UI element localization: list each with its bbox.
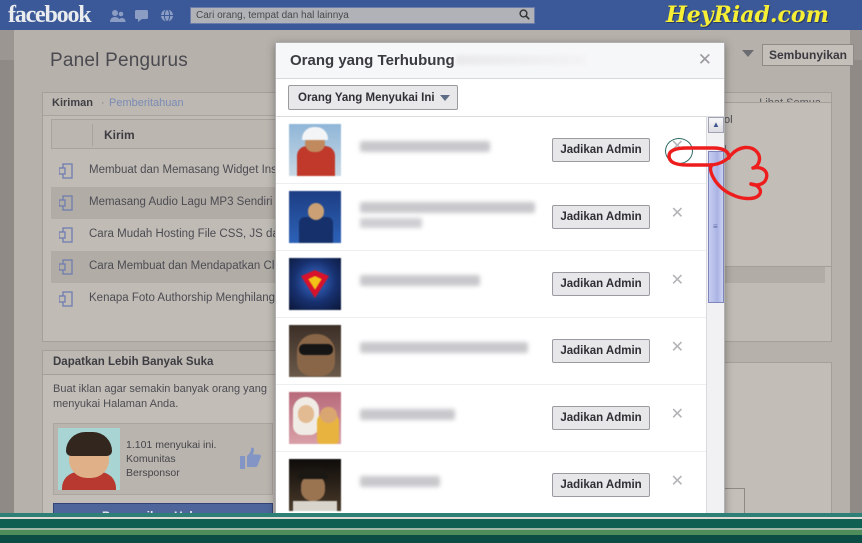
messages-icon[interactable] xyxy=(135,9,151,22)
make-admin-button[interactable]: Jadikan Admin xyxy=(552,272,650,296)
tab-pemberitahuan[interactable]: Pemberitahuan xyxy=(109,97,184,109)
heyriad-watermark: HeyRiad.com xyxy=(666,2,829,28)
facebook-top-bar: facebook Cari orang, tempat dan hal lain… xyxy=(0,0,862,30)
list-item[interactable]: Jadikan Admin ✕ xyxy=(276,318,708,385)
post-share-icon xyxy=(58,195,73,211)
tab-kiriman[interactable]: Kiriman xyxy=(52,97,93,109)
post-title: Cara Membuat dan Mendapatkan Client... xyxy=(89,260,303,272)
chevron-up-icon[interactable]: ▲ xyxy=(708,117,724,133)
post-title: Membuat dan Memasang Widget Instag... xyxy=(89,164,303,176)
search-icon[interactable] xyxy=(519,9,530,23)
connected-people-dialog: Orang yang Terhubung ✕ Orang Yang Menyuk… xyxy=(275,42,725,543)
list-item[interactable]: Jadikan Admin ✕ xyxy=(276,452,708,519)
search-input[interactable]: Cari orang, tempat dan hal lainnya xyxy=(190,7,535,24)
highlight-ellipse xyxy=(665,138,693,164)
topbar-right-spacer xyxy=(838,10,858,20)
person-name-redacted xyxy=(360,202,535,213)
globe-icon[interactable] xyxy=(160,9,176,22)
dialog-header-ghost-text xyxy=(456,55,586,65)
scrollbar-thumb[interactable]: ≡ xyxy=(708,151,724,303)
dialog-header: Orang yang Terhubung ✕ xyxy=(276,43,724,79)
right-margin xyxy=(850,60,862,543)
make-admin-button[interactable]: Jadikan Admin xyxy=(552,406,650,430)
tab-separator: · xyxy=(101,97,105,109)
card-description: Buat iklan agar semakin banyak orang yan… xyxy=(53,383,268,410)
list-item[interactable]: Jadikan Admin ✕ xyxy=(276,184,708,251)
person-name-redacted xyxy=(360,275,480,286)
person-name-redacted xyxy=(360,342,528,353)
post-share-icon xyxy=(58,163,73,179)
make-admin-button[interactable]: Jadikan Admin xyxy=(552,138,650,162)
ad-category: Komunitas xyxy=(126,453,176,465)
dialog-scrollbar[interactable]: ▲ ≡ ▼ xyxy=(706,117,724,542)
post-title: Kenapa Foto Authorship Menghilang Di ... xyxy=(89,292,302,304)
search-placeholder: Cari orang, tempat dan hal lainnya xyxy=(196,10,349,21)
card-header-label: Dapatkan Lebih Banyak Suka xyxy=(53,356,214,368)
post-share-icon xyxy=(58,227,73,243)
facebook-logo[interactable]: facebook xyxy=(8,2,92,29)
person-name-redacted xyxy=(360,476,440,487)
avatar xyxy=(289,258,341,310)
card-header: Dapatkan Lebih Banyak Suka xyxy=(43,351,281,375)
person-name-redacted xyxy=(360,141,490,152)
list-item[interactable]: Jadikan Admin ✕ xyxy=(276,251,708,318)
ad-meta: 1.101 menyukai ini. Komunitas Bersponsor xyxy=(126,438,216,480)
chevron-down-icon[interactable] xyxy=(742,50,754,57)
header-divider xyxy=(92,124,93,146)
footer-stripes xyxy=(0,513,862,543)
people-filter-dropdown[interactable]: Orang Yang Menyukai Ini xyxy=(288,85,458,110)
ad-sponsored: Bersponsor xyxy=(126,467,180,479)
list-item[interactable]: Jadikan Admin ✕ xyxy=(276,117,708,184)
remove-person-icon[interactable]: ✕ xyxy=(671,340,684,356)
dialog-filter-bar: Orang Yang Menyukai Ini xyxy=(276,79,724,117)
dialog-title: Orang yang Terhubung xyxy=(290,52,455,69)
post-share-icon xyxy=(58,291,73,307)
make-admin-button[interactable]: Jadikan Admin xyxy=(552,473,650,497)
post-share-icon xyxy=(58,259,73,275)
column-header-kirim: Kirim xyxy=(104,128,135,142)
avatar xyxy=(289,325,341,377)
person-name-redacted xyxy=(360,409,455,420)
ad-preview: 1.101 menyukai ini. Komunitas Bersponsor xyxy=(53,423,273,495)
make-admin-button[interactable]: Jadikan Admin xyxy=(552,339,650,363)
friends-icon[interactable] xyxy=(110,9,126,22)
grip-icon: ≡ xyxy=(713,222,718,231)
chevron-down-icon xyxy=(439,95,450,101)
page-title: Panel Pengurus xyxy=(50,50,189,71)
avatar xyxy=(58,428,120,490)
remove-person-icon[interactable]: ✕ xyxy=(671,474,684,490)
remove-person-icon[interactable]: ✕ xyxy=(671,407,684,423)
people-list[interactable]: Jadikan Admin ✕ Jadikan Admin ✕ Jadikan … xyxy=(276,117,708,542)
thumbs-up-icon xyxy=(238,446,264,477)
remove-person-icon[interactable]: ✕ xyxy=(671,273,684,289)
people-filter-label: Orang Yang Menyukai Ini xyxy=(298,92,435,104)
avatar xyxy=(289,124,341,176)
avatar xyxy=(289,459,341,511)
left-margin xyxy=(0,60,14,543)
avatar xyxy=(289,392,341,444)
close-icon[interactable]: ✕ xyxy=(698,51,712,68)
person-name-redacted-line2 xyxy=(360,218,422,228)
remove-person-icon[interactable]: ✕ xyxy=(671,206,684,222)
ad-likes: 1.101 menyukai ini. xyxy=(126,439,217,451)
post-title: Cara Mudah Hosting File CSS, JS dan A... xyxy=(89,228,306,240)
hide-button[interactable]: Sembunyikan xyxy=(762,44,854,66)
list-item[interactable]: Jadikan Admin ✕ xyxy=(276,385,708,452)
avatar xyxy=(289,191,341,243)
make-admin-button[interactable]: Jadikan Admin xyxy=(552,205,650,229)
